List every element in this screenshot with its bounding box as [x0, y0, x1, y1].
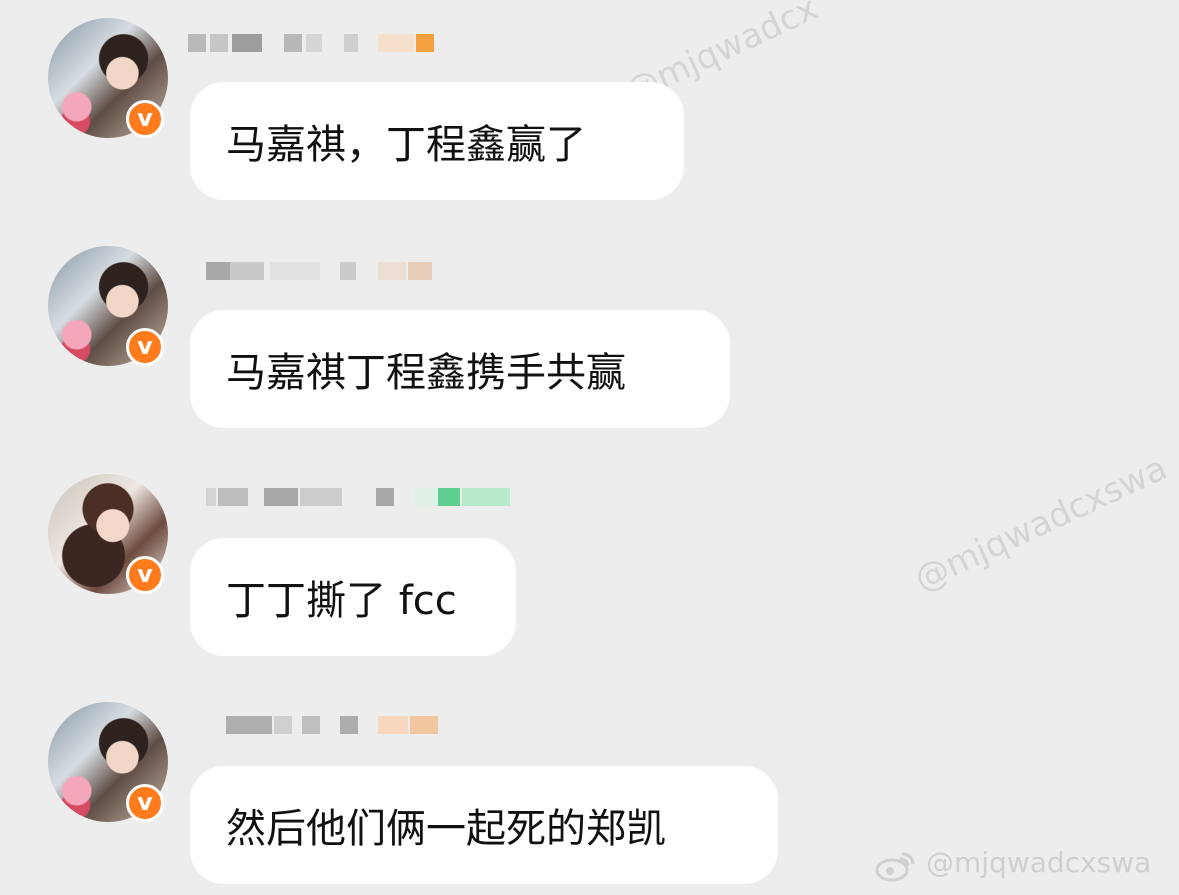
- message-text: 然后他们俩一起死的郑凯: [226, 806, 666, 852]
- verified-badge-icon: v: [126, 328, 164, 366]
- blurred-username: [188, 716, 478, 746]
- message-text: 马嘉祺，丁程鑫赢了: [226, 122, 586, 168]
- message-bubble[interactable]: 丁丁撕了 fcc: [190, 538, 516, 656]
- verified-badge-icon: v: [126, 784, 164, 822]
- message-text: 马嘉祺丁程鑫携手共赢: [226, 350, 626, 396]
- message-bubble[interactable]: 马嘉祺丁程鑫携手共赢: [190, 310, 730, 428]
- chat-thread: @mjqwadcx @mjqwadcxswa v 马嘉祺，丁程鑫赢了 v 马嘉祺…: [0, 0, 1179, 895]
- message-bubble[interactable]: 马嘉祺，丁程鑫赢了: [190, 82, 684, 200]
- message-text: 丁丁撕了 fcc: [226, 578, 457, 624]
- blurred-username: [188, 262, 478, 292]
- verified-badge-icon: v: [126, 556, 164, 594]
- verified-badge-icon: v: [126, 100, 164, 138]
- watermark-diagonal: @mjqwadcxswa: [908, 448, 1174, 600]
- footer-watermark: @mjqwadcxswa: [926, 846, 1152, 879]
- weibo-logo-icon: [875, 852, 915, 882]
- message-bubble[interactable]: 然后他们俩一起死的郑凯: [190, 766, 778, 884]
- blurred-username: [188, 488, 510, 518]
- blurred-username: [188, 34, 478, 64]
